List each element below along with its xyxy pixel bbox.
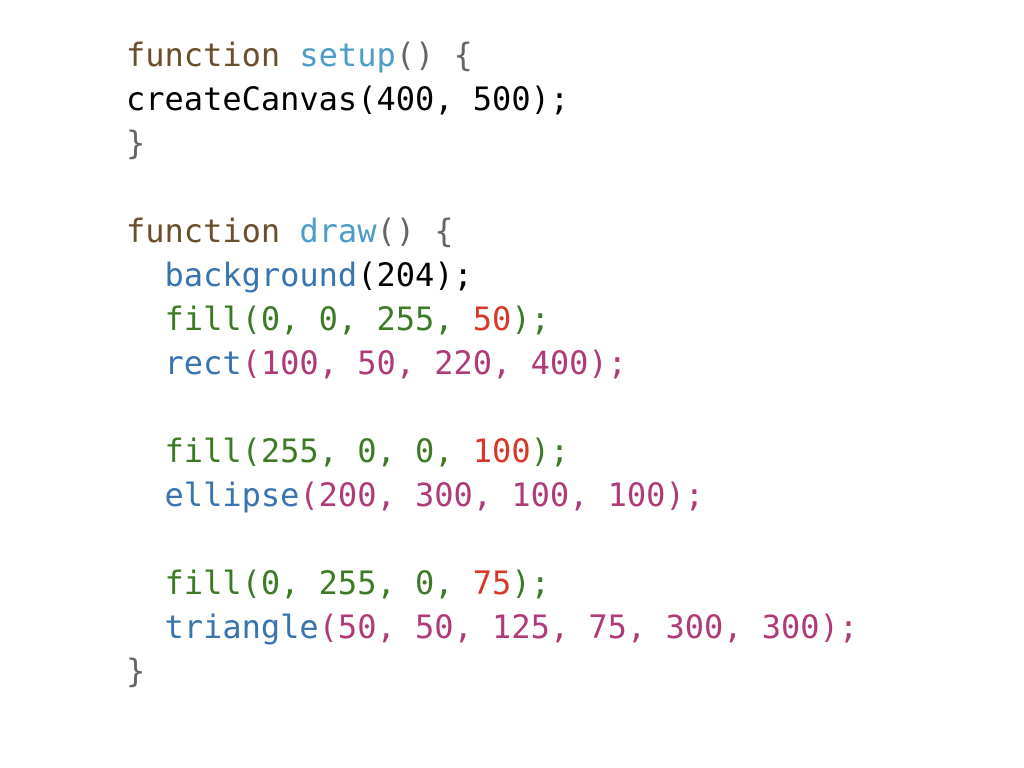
code-token: 75 [472, 564, 512, 602]
code-token: (100, 50, 220, 400); [241, 344, 627, 382]
code-line: rect(100, 50, 220, 400); [126, 341, 858, 385]
code-token: () { [376, 212, 454, 250]
code-line: fill(255, 0, 0, 100); [126, 429, 858, 473]
code-line: fill(0, 255, 0, 75); [126, 561, 858, 605]
code-line: } [126, 649, 858, 693]
code-token: fill(0, 0, 255, [164, 300, 473, 338]
code-line: fill(0, 0, 255, 50); [126, 297, 858, 341]
code-line: } [126, 121, 858, 165]
code-line: createCanvas(400, 500); [126, 77, 858, 121]
code-token: (204); [357, 256, 473, 294]
code-token: draw [299, 212, 377, 250]
code-token: function [126, 212, 281, 250]
code-token: triangle [164, 608, 319, 646]
code-token: (50, 50, 125, 75, 300, 300); [318, 608, 859, 646]
code-token: ); [511, 564, 550, 602]
code-token: 100 [472, 432, 531, 470]
code-token: setup [299, 36, 396, 74]
code-line: ellipse(200, 300, 100, 100); [126, 473, 858, 517]
code-token: } [126, 652, 146, 690]
code-token: fill(255, 0, 0, [164, 432, 473, 470]
code-token: } [126, 124, 146, 162]
code-token: background [164, 256, 358, 294]
code-token: 50 [472, 300, 512, 338]
code-token: ); [511, 300, 550, 338]
code-token: fill(0, 255, 0, [164, 564, 473, 602]
code-token: createCanvas(400, 500); [126, 80, 570, 118]
code-token: function [126, 36, 281, 74]
code-token: ); [530, 432, 570, 470]
code-block: function setup() {createCanvas(400, 500)… [126, 33, 858, 693]
code-token: () { [395, 36, 473, 74]
code-line: background(204); [126, 253, 858, 297]
code-token: ellipse [164, 476, 300, 514]
code-line: triangle(50, 50, 125, 75, 300, 300); [126, 605, 859, 649]
code-token: rect [164, 344, 242, 382]
code-line: function draw() { [126, 209, 858, 253]
code-token: (200, 300, 100, 100); [299, 476, 704, 514]
code-line: function setup() { [126, 33, 858, 77]
